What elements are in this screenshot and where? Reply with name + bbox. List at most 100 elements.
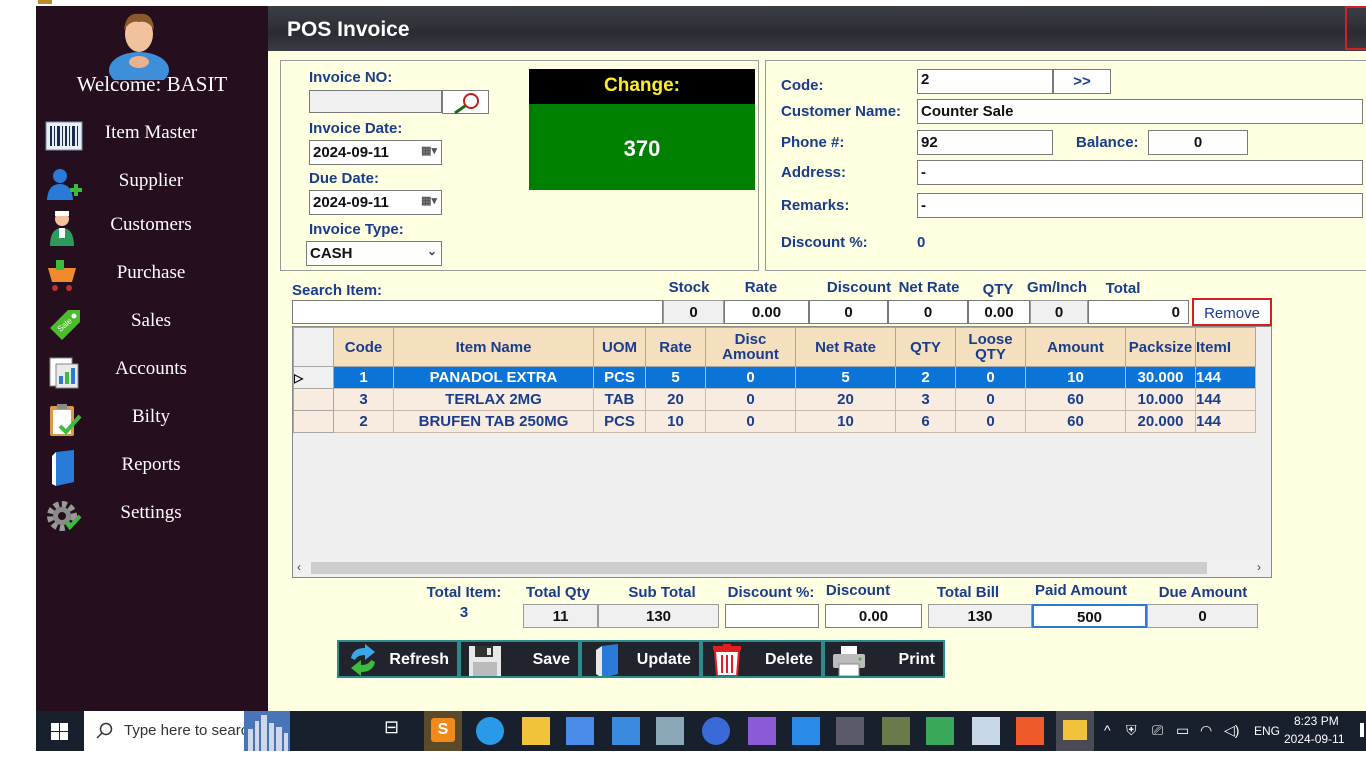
column-header[interactable]: Disc Amount [705, 327, 796, 367]
mail-icon[interactable] [612, 717, 640, 745]
discount-amount-field[interactable]: 0.00 [825, 604, 922, 628]
battery-icon[interactable]: ▭ [1176, 722, 1189, 739]
print-button[interactable]: Print [823, 640, 945, 678]
table-cell[interactable]: TERLAX 2MG [393, 388, 594, 411]
column-header[interactable]: Rate [645, 327, 706, 367]
table-cell[interactable]: PCS [593, 366, 646, 389]
due-date-field[interactable]: 2024-09-11 ▦▾ [309, 190, 442, 215]
search-item-input[interactable] [292, 300, 663, 324]
address-field[interactable]: - [917, 160, 1363, 185]
table-cell[interactable]: 10 [645, 410, 706, 433]
column-header[interactable]: UOM [593, 327, 646, 367]
table-cell[interactable]: 1 [333, 366, 394, 389]
sidebar-item-reports[interactable]: Reports [36, 446, 268, 490]
items-grid[interactable]: Code Item Name UOM Rate Disc Amount Net … [292, 326, 1272, 578]
table-cell[interactable]: 30.000 [1125, 366, 1196, 389]
sidebar-item-sales[interactable]: Sale Sales [36, 302, 268, 346]
update-button[interactable]: Update [580, 640, 701, 678]
table-cell[interactable]: 0 [705, 410, 796, 433]
table-cell[interactable]: 20.000 [1125, 410, 1196, 433]
row-header[interactable] [293, 388, 334, 411]
table-cell[interactable]: 5 [645, 366, 706, 389]
vs-code-icon[interactable] [792, 717, 820, 745]
phone-field[interactable]: 92 [917, 130, 1053, 155]
cube-app-icon[interactable] [926, 717, 954, 745]
table-cell[interactable]: 144 [1195, 388, 1256, 411]
table-cell[interactable]: 2 [895, 366, 956, 389]
table-cell[interactable]: PANADOL EXTRA [393, 366, 594, 389]
meet-now-icon[interactable]: ⎚ [1152, 722, 1163, 739]
visual-studio-icon[interactable] [748, 717, 776, 745]
invoice-no-field[interactable] [309, 90, 442, 113]
color-app-icon[interactable] [882, 717, 910, 745]
table-cell[interactable]: BRUFEN TAB 250MG [393, 410, 594, 433]
close-button[interactable] [1345, 6, 1366, 50]
taskbar-app-pos[interactable] [1056, 711, 1094, 751]
table-cell[interactable]: 60 [1025, 388, 1126, 411]
horizontal-scrollbar[interactable]: ‹ › [293, 559, 1271, 577]
windows-start-icon[interactable] [51, 723, 68, 740]
column-header[interactable]: ItemI [1195, 327, 1256, 367]
scroll-left-icon[interactable]: ‹ [297, 560, 301, 574]
scroll-right-icon[interactable]: › [1257, 560, 1261, 574]
table-row[interactable]: 3 TERLAX 2MG TAB 20 0 20 3 0 60 10.000 1… [293, 388, 1256, 411]
clock-date[interactable]: 2024-09-11 [1284, 732, 1345, 746]
table-cell[interactable]: 0 [705, 366, 796, 389]
table-cell[interactable]: 10.000 [1125, 388, 1196, 411]
column-header[interactable]: Loose QTY [955, 327, 1026, 367]
column-header[interactable]: Amount [1025, 327, 1126, 367]
reader-app-icon[interactable] [972, 717, 1000, 745]
store-icon[interactable] [566, 717, 594, 745]
invoice-date-field[interactable]: 2024-09-11 ▦▾ [309, 140, 442, 165]
table-cell[interactable]: 10 [795, 410, 896, 433]
table-cell[interactable]: 0 [955, 388, 1026, 411]
rate-field[interactable]: 0.00 [724, 300, 809, 324]
table-cell[interactable]: TAB [593, 388, 646, 411]
column-header[interactable]: Packsize [1125, 327, 1196, 367]
table-cell[interactable]: 10 [1025, 366, 1126, 389]
column-header[interactable]: QTY [895, 327, 956, 367]
video-editor-icon[interactable] [836, 717, 864, 745]
task-view-icon[interactable]: ⊟ [384, 717, 412, 745]
language-indicator[interactable]: ENG [1254, 724, 1280, 738]
table-cell[interactable]: 20 [645, 388, 706, 411]
paid-amount-input[interactable]: 500 [1032, 604, 1147, 628]
table-cell[interactable]: 0 [705, 388, 796, 411]
column-header[interactable]: Item Name [393, 327, 594, 367]
remarks-field[interactable]: - [917, 193, 1363, 218]
volume-icon[interactable]: ◁) [1224, 722, 1239, 739]
table-cell[interactable]: 6 [895, 410, 956, 433]
sidebar-item-accounts[interactable]: Accounts [36, 350, 268, 394]
taskbar-search-box[interactable]: Type here to search [84, 711, 290, 751]
sidebar-item-settings[interactable]: Settings [36, 494, 268, 538]
calendar-icon[interactable]: ▦▾ [421, 194, 437, 207]
table-cell[interactable]: 20 [795, 388, 896, 411]
sidebar-item-supplier[interactable]: Supplier [36, 162, 268, 206]
table-row[interactable]: 2 BRUFEN TAB 250MG PCS 10 0 10 6 0 60 20… [293, 410, 1256, 433]
table-cell[interactable]: 5 [795, 366, 896, 389]
save-button[interactable]: Save [459, 640, 580, 678]
discount-field[interactable]: 0 [809, 300, 888, 324]
row-header[interactable] [293, 410, 334, 433]
wifi-icon[interactable]: ◠ [1200, 722, 1212, 739]
clock-time[interactable]: 8:23 PM [1294, 714, 1339, 728]
security-icon[interactable]: ⛨ [1126, 722, 1137, 739]
table-cell[interactable]: 144 [1195, 410, 1256, 433]
edge-icon[interactable] [476, 717, 504, 745]
table-cell[interactable]: 3 [895, 388, 956, 411]
table-cell[interactable]: 2 [333, 410, 394, 433]
invoice-search-button[interactable] [442, 90, 489, 115]
xampp-icon[interactable] [1016, 717, 1044, 745]
customer-name-field[interactable]: Counter Sale [917, 99, 1363, 124]
calendar-icon[interactable]: ▦▾ [421, 144, 437, 157]
table-cell[interactable]: 60 [1025, 410, 1126, 433]
tray-expand-icon[interactable]: ^ [1104, 722, 1111, 738]
sidebar-item-purchase[interactable]: Purchase [36, 254, 268, 298]
code-field[interactable]: 2 [917, 69, 1053, 94]
remove-button[interactable]: Remove [1192, 298, 1272, 326]
app-store-icon[interactable] [702, 717, 730, 745]
table-cell[interactable]: 0 [955, 366, 1026, 389]
table-cell[interactable]: PCS [593, 410, 646, 433]
column-header[interactable]: Net Rate [795, 327, 896, 367]
gm-inch-field[interactable]: 0 [1030, 300, 1088, 324]
